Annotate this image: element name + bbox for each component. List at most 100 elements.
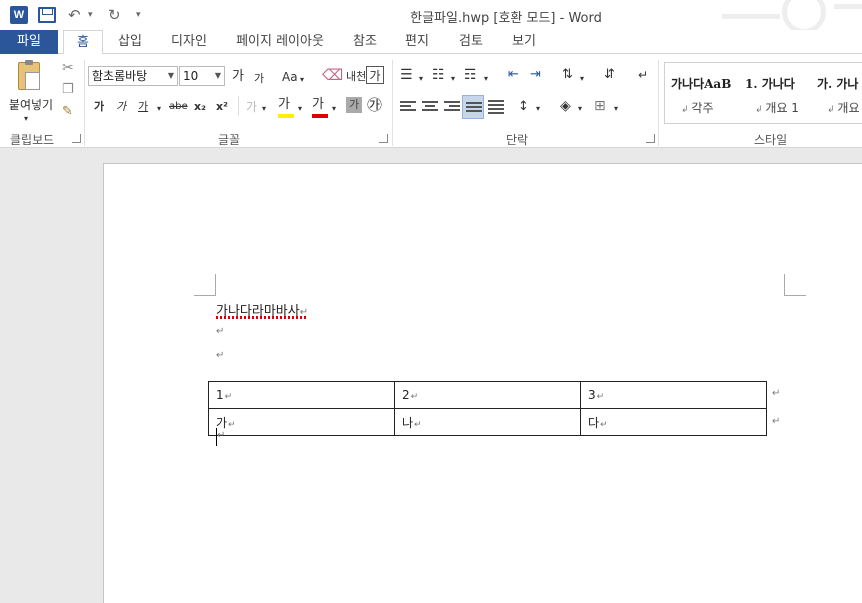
paragraph-group-label: 단락 bbox=[506, 133, 529, 147]
tab-review[interactable]: 검토 bbox=[450, 30, 492, 54]
text-direction-icon[interactable]: ⇅ bbox=[562, 66, 573, 84]
document-table[interactable]: 1↵ 2↵ 3↵ 가↵ 나↵ 다↵ bbox=[208, 381, 767, 436]
italic-button[interactable]: 가 bbox=[116, 98, 126, 116]
style-outline-1[interactable]: 1. 가나다 ↲ 개요 1 bbox=[739, 63, 809, 123]
increase-indent-icon[interactable]: ⇥ bbox=[530, 66, 541, 84]
tab-insert[interactable]: 삽입 bbox=[108, 30, 152, 54]
tab-page-layout[interactable]: 페이지 레이아웃 bbox=[226, 30, 334, 54]
shrink-font-button[interactable]: 가 bbox=[254, 70, 264, 88]
table-cell[interactable]: 3↵ bbox=[580, 381, 767, 409]
table-row: 1↵ 2↵ 3↵ bbox=[208, 381, 767, 409]
style-sample: 1. 가나다 bbox=[745, 77, 795, 91]
paragraph-mark: ↵ bbox=[216, 350, 225, 361]
font-name-value: 함초롬바탕 bbox=[92, 69, 148, 83]
phonetic-guide-button[interactable]: 내천 bbox=[346, 68, 366, 86]
chevron-down-icon: ▼ bbox=[214, 71, 221, 80]
table-cell[interactable]: 나↵ bbox=[394, 408, 581, 436]
character-border-button[interactable]: 가 bbox=[366, 66, 384, 84]
tab-home[interactable]: 홈 bbox=[63, 30, 103, 55]
paste-button[interactable]: 붙여넣기 ▾ bbox=[6, 58, 54, 124]
paragraph-mark: ↵ bbox=[216, 326, 225, 337]
text-direction-dropdown-icon[interactable]: ▾ bbox=[580, 70, 584, 88]
divider bbox=[238, 96, 239, 116]
clear-formatting-icon[interactable]: ⌫ bbox=[322, 66, 343, 84]
font-color-button[interactable]: 가 bbox=[312, 96, 328, 118]
font-group-label: 글꼴 bbox=[218, 133, 241, 147]
font-size-combo[interactable]: 10 ▼ bbox=[179, 66, 225, 86]
table-cell[interactable]: 가↵ bbox=[208, 408, 395, 436]
clipboard-group-label: 클립보드 bbox=[10, 133, 55, 147]
align-right-icon[interactable] bbox=[444, 101, 460, 113]
clipboard-launcher-icon[interactable] bbox=[72, 134, 81, 143]
font-color-dropdown-icon[interactable]: ▾ bbox=[332, 100, 336, 118]
change-case-dropdown-icon[interactable]: ▾ bbox=[300, 71, 304, 89]
tab-references[interactable]: 참조 bbox=[344, 30, 386, 54]
text-effects-dropdown-icon[interactable]: ▾ bbox=[262, 100, 266, 118]
change-case-button[interactable]: Aa bbox=[282, 68, 298, 86]
grow-font-button[interactable]: 가 bbox=[232, 68, 244, 86]
format-painter-icon[interactable]: ✎ bbox=[62, 103, 73, 121]
document-area: 가나다라마바사↵ ↵ ↵ 1↵ 2↵ 3↵ 가↵ 나↵ 다↵ ↵ ↵ ↵ bbox=[0, 149, 862, 603]
table-cell[interactable]: 다↵ bbox=[580, 408, 767, 436]
distributed-icon[interactable] bbox=[488, 100, 504, 114]
enclose-characters-button[interactable]: ㉮ bbox=[367, 96, 382, 114]
show-formatting-marks-icon[interactable]: ↵ bbox=[638, 66, 648, 84]
ribbon-home: 붙여넣기 ▾ ✂ ❐ ✎ 클립보드 함초롬바탕 ▼ 10 ▼ 가 가 Aa ▾ … bbox=[0, 54, 862, 148]
borders-dropdown-icon[interactable]: ▾ bbox=[614, 100, 618, 118]
align-center-icon[interactable] bbox=[422, 101, 438, 113]
tab-design[interactable]: 디자인 bbox=[162, 30, 216, 54]
borders-icon[interactable]: ⊞ bbox=[594, 97, 606, 115]
numbering-dropdown-icon[interactable]: ▾ bbox=[451, 70, 455, 88]
spelling-error-underline bbox=[216, 316, 308, 319]
strikethrough-button[interactable]: abe bbox=[169, 98, 188, 116]
style-footnote[interactable]: 가나다AaB ↲ 각주 bbox=[665, 63, 735, 123]
font-size-value: 10 bbox=[183, 69, 199, 83]
numbering-icon[interactable]: ☷ bbox=[432, 66, 445, 84]
group-divider bbox=[84, 60, 85, 146]
justify-button[interactable] bbox=[462, 95, 484, 119]
cut-icon[interactable]: ✂ bbox=[62, 59, 74, 77]
style-outline-2[interactable]: 가. 가나 ↲ 개요 2 bbox=[811, 63, 862, 123]
underline-button[interactable]: 가 bbox=[138, 98, 148, 116]
bold-button[interactable]: 가 bbox=[94, 98, 104, 116]
line-spacing-dropdown-icon[interactable]: ▾ bbox=[536, 100, 540, 118]
copy-icon[interactable]: ❐ bbox=[62, 81, 74, 99]
highlight-button[interactable]: 가 bbox=[278, 96, 294, 118]
text-effects-button[interactable]: 가 bbox=[246, 98, 257, 116]
highlight-dropdown-icon[interactable]: ▾ bbox=[298, 100, 302, 118]
row-end-mark: ↵ bbox=[772, 388, 781, 399]
bullets-icon[interactable]: ☰ bbox=[400, 66, 413, 84]
style-sample: 가. 가나 bbox=[817, 77, 859, 91]
shading-icon[interactable]: ◈ bbox=[560, 97, 571, 115]
style-name: ↲ 개요 2 bbox=[827, 101, 862, 115]
multilevel-list-dropdown-icon[interactable]: ▾ bbox=[484, 70, 488, 88]
margin-corner-marker bbox=[194, 274, 216, 296]
shading-dropdown-icon[interactable]: ▾ bbox=[578, 100, 582, 118]
style-sample: 가나다AaB bbox=[671, 77, 732, 91]
row-end-mark: ↵ bbox=[772, 416, 781, 427]
font-color-glyph: 가 bbox=[312, 97, 324, 112]
table-cell[interactable]: 2↵ bbox=[394, 381, 581, 409]
character-shading-button[interactable]: 가 bbox=[346, 97, 362, 113]
align-left-icon[interactable] bbox=[400, 101, 416, 113]
bullets-dropdown-icon[interactable]: ▾ bbox=[419, 70, 423, 88]
sort-icon[interactable]: ⇵ bbox=[604, 66, 615, 84]
table-cell[interactable]: 1↵ bbox=[208, 381, 395, 409]
font-color-bar bbox=[312, 114, 328, 118]
font-launcher-icon[interactable] bbox=[379, 134, 388, 143]
tab-mailings[interactable]: 편지 bbox=[396, 30, 438, 54]
tab-view[interactable]: 보기 bbox=[502, 30, 546, 54]
line-spacing-icon[interactable]: ↕ bbox=[518, 98, 529, 116]
font-name-combo[interactable]: 함초롬바탕 ▼ bbox=[88, 66, 178, 86]
underline-dropdown-icon[interactable]: ▾ bbox=[157, 100, 161, 118]
multilevel-list-icon[interactable]: ☶ bbox=[464, 66, 477, 84]
superscript-button[interactable]: x² bbox=[216, 98, 228, 116]
tab-file[interactable]: 파일 bbox=[0, 30, 58, 54]
document-page[interactable]: 가나다라마바사↵ ↵ ↵ 1↵ 2↵ 3↵ 가↵ 나↵ 다↵ ↵ ↵ ↵ bbox=[103, 163, 862, 603]
paragraph-launcher-icon[interactable] bbox=[646, 134, 655, 143]
style-name: ↲ 개요 1 bbox=[755, 101, 799, 115]
title-decoration bbox=[722, 0, 862, 30]
styles-group-label: 스타일 bbox=[754, 133, 788, 147]
subscript-button[interactable]: x₂ bbox=[194, 98, 206, 116]
decrease-indent-icon[interactable]: ⇤ bbox=[508, 66, 519, 84]
